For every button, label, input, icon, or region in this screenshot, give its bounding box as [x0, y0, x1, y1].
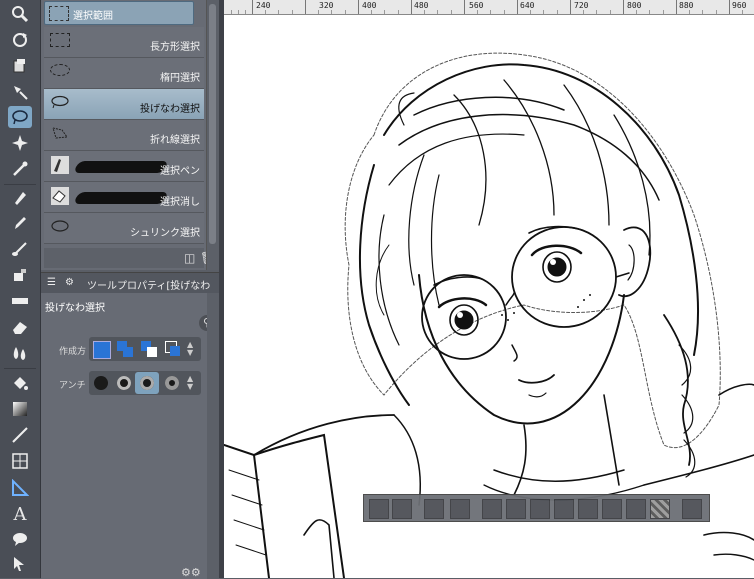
lasso-icon — [51, 95, 69, 109]
ruler-number: 320 — [319, 1, 334, 10]
brush-icon[interactable] — [8, 238, 32, 260]
subtool-scrollbar[interactable] — [206, 0, 219, 270]
subtool-item-selection-eraser[interactable]: 選択消し — [44, 182, 204, 213]
selection-pen-icon — [51, 156, 69, 174]
rotate-view-icon[interactable] — [8, 29, 32, 51]
fill-icon[interactable] — [8, 372, 32, 394]
balloon-icon[interactable] — [8, 528, 32, 550]
zoom-icon[interactable] — [8, 3, 32, 25]
brush-stroke-preview — [73, 161, 169, 173]
antialias-weak-button[interactable] — [117, 376, 131, 390]
selection-launcher-toolbar — [363, 494, 710, 522]
figure-line-icon[interactable] — [8, 424, 32, 446]
polyline-select-icon — [52, 127, 68, 139]
tool-property-tab-label: ツールプロパティ[投げなわ — [87, 281, 211, 292]
selection-eraser-icon — [51, 187, 69, 205]
ruler-number: 240 — [256, 1, 271, 10]
ellipse-marquee-icon — [50, 64, 70, 76]
blend-icon[interactable] — [8, 342, 32, 364]
anti-alias-buttons: ▲ ▼ — [89, 371, 201, 395]
fill-selection-icon[interactable] — [602, 499, 622, 519]
shrink-select-icon — [51, 220, 69, 232]
ruler-number: 640 — [520, 1, 535, 10]
airbrush-icon[interactable] — [8, 264, 32, 286]
ruler-tool-icon[interactable] — [8, 477, 32, 499]
transform-icon[interactable] — [424, 499, 444, 519]
shrink-selection-icon[interactable] — [506, 499, 526, 519]
gradient-icon[interactable] — [8, 398, 32, 420]
eyedropper-icon[interactable] — [8, 158, 32, 180]
sub-tool-panel: 選択範囲 長方形選択 楕円選択 投げなわ選択 折れ線選択 選択ペン 選択消し シ… — [41, 0, 219, 270]
intersect-selection-button[interactable] — [165, 341, 181, 357]
clear-icon[interactable] — [554, 499, 574, 519]
subtool-item-selection-pen[interactable]: 選択ペン — [44, 151, 204, 182]
ruler-number: 560 — [469, 1, 484, 10]
selection-area-icon — [49, 6, 69, 21]
launcher-settings-icon[interactable] — [682, 499, 702, 519]
brush-stroke-preview — [73, 192, 169, 204]
antialias-none-button[interactable] — [94, 376, 108, 390]
settings-icon[interactable]: ⚙⚙ — [181, 566, 201, 579]
anti-alias-row: アンチ ▲ ▼ — [41, 371, 207, 397]
copy-subtool-icon[interactable]: ◫ — [184, 251, 195, 265]
move-layer-icon[interactable] — [8, 81, 32, 103]
tool-palette: A — [0, 0, 41, 578]
subtool-item-lasso[interactable]: 投げなわ選択 — [44, 89, 204, 120]
creation-mode-label: 作成方 — [59, 347, 87, 357]
tool-property-icon: ⚙ — [65, 277, 74, 288]
copy-paste-icon[interactable] — [530, 499, 550, 519]
text-tool-icon[interactable]: A — [8, 503, 32, 525]
tool-property-tab[interactable]: ☰ ⚙ ツールプロパティ[投げなわ — [41, 273, 219, 293]
pattern-icon[interactable] — [650, 499, 670, 519]
ruler-number: 960 — [732, 1, 747, 10]
pen-icon[interactable] — [8, 187, 32, 209]
anti-alias-label: アンチ — [59, 381, 86, 391]
creation-mode-buttons: ▲ ▼ — [89, 337, 201, 361]
subtool-item-ellipse[interactable]: 楕円選択 — [44, 58, 204, 89]
pencil-icon[interactable] — [8, 212, 32, 234]
tool-property-scrollbar[interactable] — [207, 293, 219, 579]
horizontal-ruler: 240 320 400 480 560 640 720 800 880 960 — [224, 0, 754, 15]
ruler-number: 480 — [414, 1, 429, 10]
expand-selection-icon[interactable] — [482, 499, 502, 519]
ruler-number: 880 — [679, 1, 694, 10]
ruler-number: 400 — [362, 1, 377, 10]
hand-icon[interactable] — [8, 55, 32, 77]
clear-outside-icon[interactable] — [578, 499, 598, 519]
subtract-selection-button[interactable] — [141, 341, 157, 357]
antialias-medium-button[interactable] — [140, 376, 154, 390]
deselect-icon[interactable] — [369, 499, 389, 519]
rectangle-marquee-icon — [50, 33, 70, 47]
creation-mode-row: 作成方 ▲ ▼ — [41, 337, 207, 363]
subtool-footer: ◫ 🗑 — [44, 248, 215, 268]
tool-property-panel: ☰ ⚙ ツールプロパティ[投げなわ 投げなわ選択 ⚲ 作成方 ▲▼ アンチ ▲▼… — [41, 272, 219, 579]
add-selection-button[interactable] — [117, 341, 133, 357]
subtool-item-rectangle[interactable]: 長方形選択 — [44, 27, 204, 58]
new-tone-icon[interactable] — [626, 499, 646, 519]
spinner-arrows-icon[interactable]: ▲ ▼ — [187, 375, 193, 391]
invert-selection-icon[interactable] — [450, 499, 470, 519]
tool-property-title: 投げなわ選択 — [45, 303, 105, 314]
ruler-number: 800 — [627, 1, 642, 10]
antialias-strong-button[interactable] — [165, 376, 179, 390]
eraser-icon[interactable] — [8, 316, 32, 338]
crop-icon[interactable] — [392, 499, 412, 519]
new-selection-button[interactable] — [93, 341, 111, 359]
frame-border-icon[interactable] — [8, 450, 32, 472]
subtool-group-label: 選択範囲 — [73, 11, 113, 22]
auto-select-icon[interactable] — [8, 132, 32, 154]
decoration-icon[interactable] — [8, 290, 32, 312]
subtool-item-polyline[interactable]: 折れ線選択 — [44, 120, 204, 151]
spinner-arrows-icon[interactable]: ▲ ▼ — [187, 341, 193, 357]
ruler-number: 720 — [574, 1, 589, 10]
subtool-item-shrink[interactable]: シュリンク選択 — [44, 213, 204, 244]
correct-line-icon[interactable] — [8, 553, 32, 575]
subtool-group-header[interactable]: 選択範囲 — [44, 1, 194, 25]
lasso-tool-icon[interactable] — [8, 106, 32, 128]
panel-menu-icon[interactable]: ☰ — [47, 277, 56, 288]
